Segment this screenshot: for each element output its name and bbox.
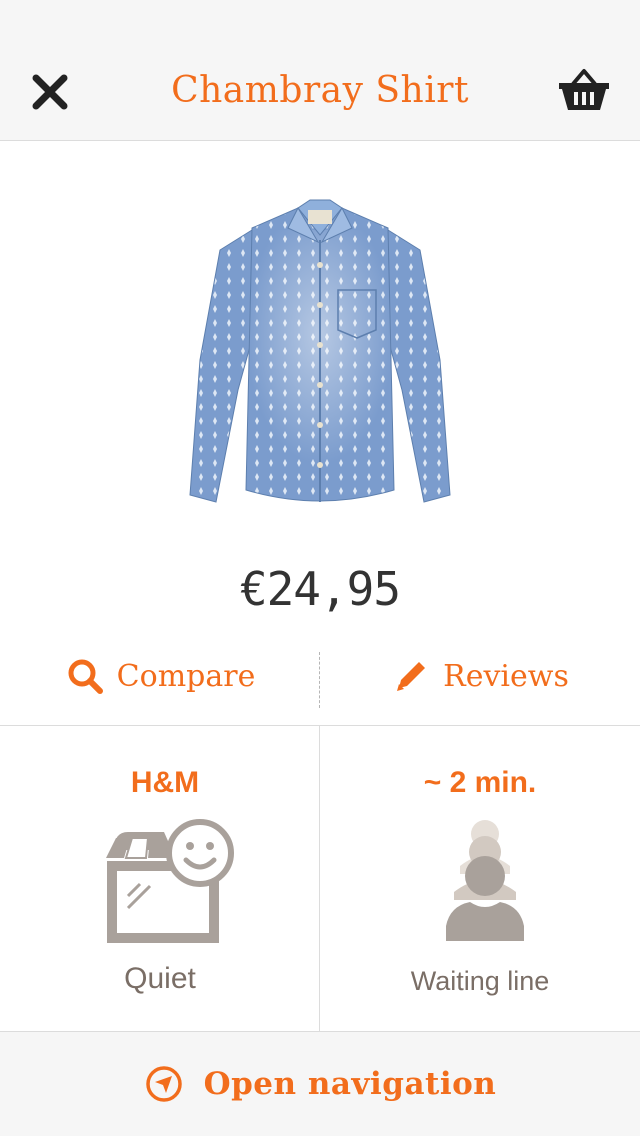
product-detail-screen: Chambray Shirt €24,95 Compare Reviews H&… [0,0,640,1136]
reviews-button[interactable]: Reviews [320,640,640,712]
store-panel[interactable]: H&M Quiet [0,726,320,1032]
open-navigation-button[interactable]: Open navigation [0,1032,640,1136]
product-image [189,199,451,503]
product-price: €24,95 [239,562,401,616]
open-navigation-label: Open navigation [203,1066,497,1102]
store-name: H&M [130,766,200,799]
compare-button[interactable]: Compare [0,640,320,712]
compare-label: Compare [116,658,256,694]
waiting-line-icon [446,820,524,941]
basket-button[interactable] [556,66,612,114]
reviews-label: Reviews [443,658,569,694]
queue-label: Waiting line [410,966,550,996]
header-bar: Chambray Shirt [0,0,640,141]
store-status: Quiet [124,962,196,995]
close-icon [32,74,68,110]
action-row: Compare Reviews [0,640,640,726]
store-smiley-icon [106,819,234,943]
pencil-icon [397,662,426,691]
queue-panel[interactable]: ~ 2 min. Waiting line [320,726,640,1032]
info-panels: H&M Quiet ~ 2 min. Waiting line [0,726,640,1032]
queue-wait-time: ~ 2 min. [423,766,537,799]
navigation-arrow-icon [145,1066,182,1102]
basket-icon [559,69,609,110]
page-title: Chambray Shirt [171,70,469,111]
search-icon [68,659,103,694]
close-button[interactable] [30,72,70,112]
